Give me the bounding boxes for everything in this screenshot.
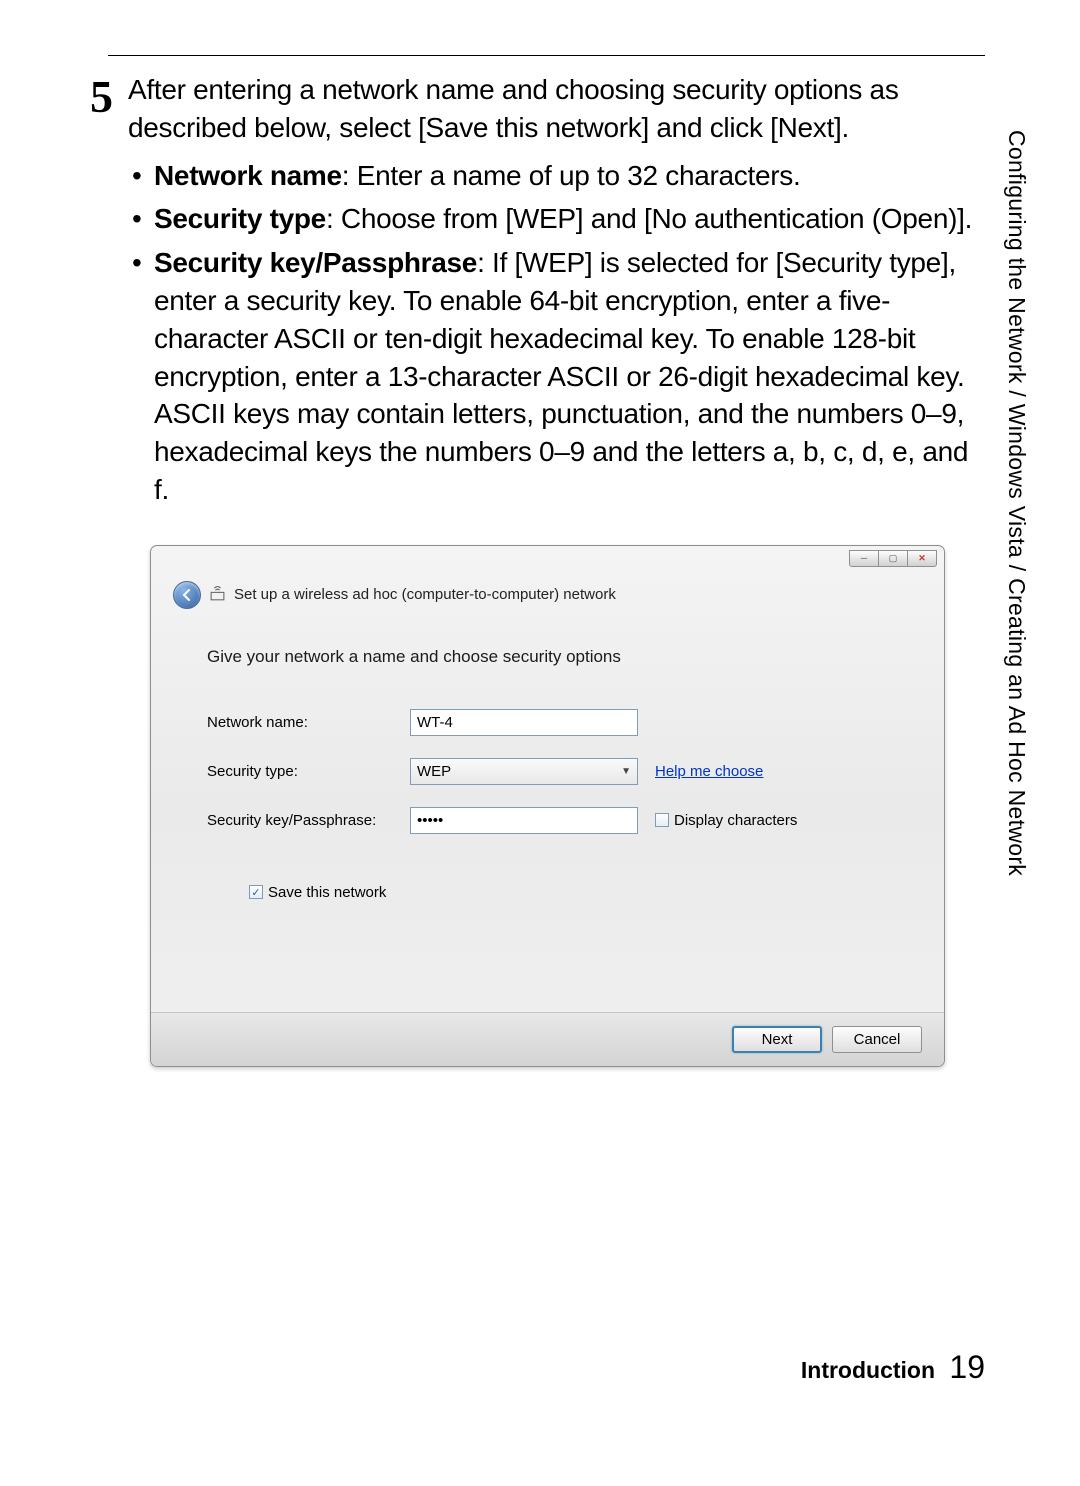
close-button[interactable]: ✕ bbox=[907, 550, 937, 567]
security-type-select[interactable]: WEP ▼ bbox=[410, 758, 638, 785]
security-type-label: Security type: bbox=[207, 763, 410, 780]
back-button[interactable] bbox=[173, 581, 201, 609]
dropdown-icon: ▼ bbox=[621, 766, 631, 777]
help-me-choose-link[interactable]: Help me choose bbox=[655, 763, 763, 780]
page-footer: Introduction 19 bbox=[801, 1349, 985, 1386]
bullet-network-name: Network name: Enter a name of up to 32 c… bbox=[132, 157, 985, 195]
side-header: Configuring the Network / Windows Vista … bbox=[1003, 130, 1030, 876]
dialog-heading: Give your network a name and choose secu… bbox=[207, 647, 904, 667]
network-name-input[interactable] bbox=[410, 709, 638, 736]
network-icon bbox=[209, 586, 226, 603]
maximize-button[interactable]: ▢ bbox=[878, 550, 908, 567]
network-name-label: Network name: bbox=[207, 714, 410, 731]
cancel-button[interactable]: Cancel bbox=[832, 1026, 922, 1053]
bullet-security-key: Security key/Passphrase: If [WEP] is sel… bbox=[132, 244, 985, 509]
display-characters-label: Display characters bbox=[674, 812, 797, 829]
display-characters-checkbox[interactable] bbox=[655, 813, 669, 827]
step-intro: After entering a network name and choosi… bbox=[128, 71, 985, 147]
dialog-title: Set up a wireless ad hoc (computer-to-co… bbox=[234, 586, 616, 603]
bullet-security-type: Security type: Choose from [WEP] and [No… bbox=[132, 200, 985, 238]
passphrase-input[interactable] bbox=[410, 807, 638, 834]
next-button[interactable]: Next bbox=[732, 1026, 822, 1053]
security-type-value: WEP bbox=[417, 763, 451, 780]
save-network-label: Save this network bbox=[268, 884, 386, 901]
back-arrow-icon bbox=[180, 588, 194, 602]
minimize-button[interactable]: ─ bbox=[849, 550, 879, 567]
passphrase-label: Security key/Passphrase: bbox=[207, 812, 410, 829]
step-number: 5 bbox=[90, 79, 113, 116]
wizard-dialog: ─ ▢ ✕ Set up a wireless ad hoc (computer… bbox=[150, 545, 945, 1067]
save-network-checkbox[interactable]: ✓ bbox=[249, 885, 263, 899]
